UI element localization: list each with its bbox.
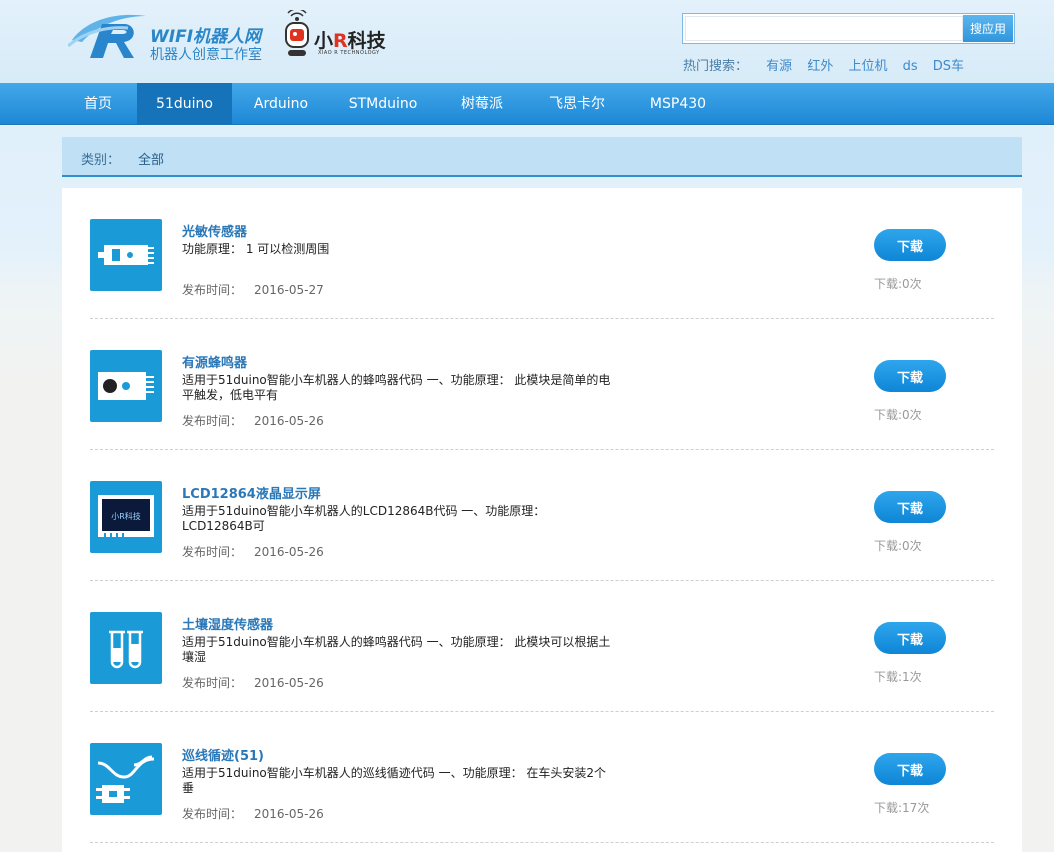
buzzer-icon[interactable]	[90, 350, 162, 422]
item-title[interactable]: LCD12864液晶显示屏	[182, 483, 321, 502]
download-count: 下载:1次	[874, 670, 922, 684]
nav-item-home[interactable]: 首页	[62, 83, 134, 125]
download-button[interactable]: 下载	[874, 491, 946, 523]
download-button[interactable]: 下载	[874, 753, 946, 785]
hot-search-term[interactable]: ds	[903, 59, 918, 74]
hot-search-term[interactable]: DS车	[933, 59, 964, 74]
item-date: 发布时间： 2016-05-27	[182, 283, 324, 297]
nav-item-arduino[interactable]: Arduino	[240, 83, 322, 125]
lcd-screen-icon[interactable]: 小R科技	[90, 481, 162, 553]
nav-item-msp430[interactable]: MSP430	[640, 83, 716, 125]
download-button[interactable]: 下载	[874, 360, 946, 392]
xiaor-subtitle: XIAO R TECHNOLOGY	[318, 50, 380, 56]
hot-search-term[interactable]: 上位机	[848, 59, 887, 74]
download-count: 下载:17次	[874, 801, 930, 815]
light-sensor-icon[interactable]	[90, 219, 162, 291]
item-title[interactable]: 巡线循迹(51)	[182, 745, 264, 764]
nav-item-raspberry-pi[interactable]: 树莓派	[446, 83, 518, 125]
search-button[interactable]: 搜应用	[963, 15, 1013, 42]
svg-text:小R科技: 小R科技	[111, 511, 141, 521]
item-date: 发布时间： 2016-05-26	[182, 807, 324, 821]
category-bar: 类别： 全部	[62, 137, 1022, 177]
robot-mascot-icon	[285, 10, 309, 56]
item-title[interactable]: 土壤湿度传感器	[182, 614, 273, 633]
list-item: 土壤湿度传感器 适用于51duino智能小车机器人的蜂鸣器代码 一、功能原理： …	[90, 581, 994, 712]
wifi-robot-logo[interactable]: WIFI机器人网 机器人创意工作室	[68, 10, 273, 65]
item-date: 发布时间： 2016-05-26	[182, 545, 324, 559]
hot-search-term[interactable]: 有源	[766, 59, 792, 74]
item-description: 功能原理： 1 可以检测周围	[182, 242, 330, 256]
studio-tagline: 机器人创意工作室	[150, 47, 262, 63]
item-title[interactable]: 光敏传感器	[182, 221, 247, 240]
download-count: 下载:0次	[874, 408, 922, 422]
download-button[interactable]: 下载	[874, 229, 946, 261]
hot-search-term[interactable]: 红外	[807, 59, 833, 74]
item-date: 发布时间： 2016-05-26	[182, 414, 324, 428]
nav-item-51duino[interactable]: 51duino	[137, 83, 232, 125]
app-list: 光敏传感器 功能原理： 1 可以检测周围 发布时间： 2016-05-27 下载 …	[62, 188, 1022, 852]
line-tracking-icon[interactable]	[90, 743, 162, 815]
item-description: 适用于51duino智能小车机器人的蜂鸣器代码 一、功能原理： 此模块是简单的电…	[182, 373, 611, 402]
download-button[interactable]: 下载	[874, 622, 946, 654]
search-input[interactable]	[685, 16, 963, 41]
item-title[interactable]: 有源蜂鸣器	[182, 352, 247, 371]
item-description: 适用于51duino智能小车机器人的巡线循迹代码 一、功能原理： 在车头安装2个…	[182, 766, 607, 795]
nav-item-stmduino[interactable]: STMduino	[338, 83, 428, 125]
test-tube-icon[interactable]	[90, 612, 162, 684]
list-item: 巡线循迹(51) 适用于51duino智能小车机器人的巡线循迹代码 一、功能原理…	[90, 712, 994, 843]
list-item: 小R科技 LCD12864液晶显示屏 适用于51duino智能小车机器人的LCD…	[90, 450, 994, 581]
search-box: 搜应用	[682, 13, 1015, 44]
item-description: 适用于51duino智能小车机器人的LCD12864B代码 一、功能原理： LC…	[182, 504, 546, 533]
r-swoosh-logo-icon	[68, 14, 146, 58]
list-item: 有源蜂鸣器 适用于51duino智能小车机器人的蜂鸣器代码 一、功能原理： 此模…	[90, 319, 994, 450]
nav-item-freescale[interactable]: 飞思卡尔	[536, 83, 618, 125]
download-count: 下载:0次	[874, 539, 922, 553]
xiaor-brand: 小R科技	[314, 30, 386, 52]
hot-search: 热门搜索： 有源 红外 上位机 ds DS车	[683, 55, 975, 74]
item-description: 适用于51duino智能小车机器人的蜂鸣器代码 一、功能原理： 此模块可以根据土…	[182, 635, 611, 664]
list-item: 光敏传感器 功能原理： 1 可以检测周围 发布时间： 2016-05-27 下载 …	[90, 188, 994, 319]
xiaor-logo[interactable]: 小R科技 XIAO R TECHNOLOGY	[282, 10, 412, 62]
hot-search-label: 热门搜索：	[683, 59, 749, 74]
category-all-link[interactable]: 全部	[138, 149, 164, 168]
main-nav: 首页 51duino Arduino STMduino 树莓派 飞思卡尔 MSP…	[0, 83, 1054, 125]
site-header: WIFI机器人网 机器人创意工作室 小R科技 XIAO R TECHNOLOGY…	[0, 0, 1054, 83]
item-date: 发布时间： 2016-05-26	[182, 676, 324, 690]
download-count: 下载:0次	[874, 277, 922, 291]
category-label: 类别：	[81, 153, 121, 168]
